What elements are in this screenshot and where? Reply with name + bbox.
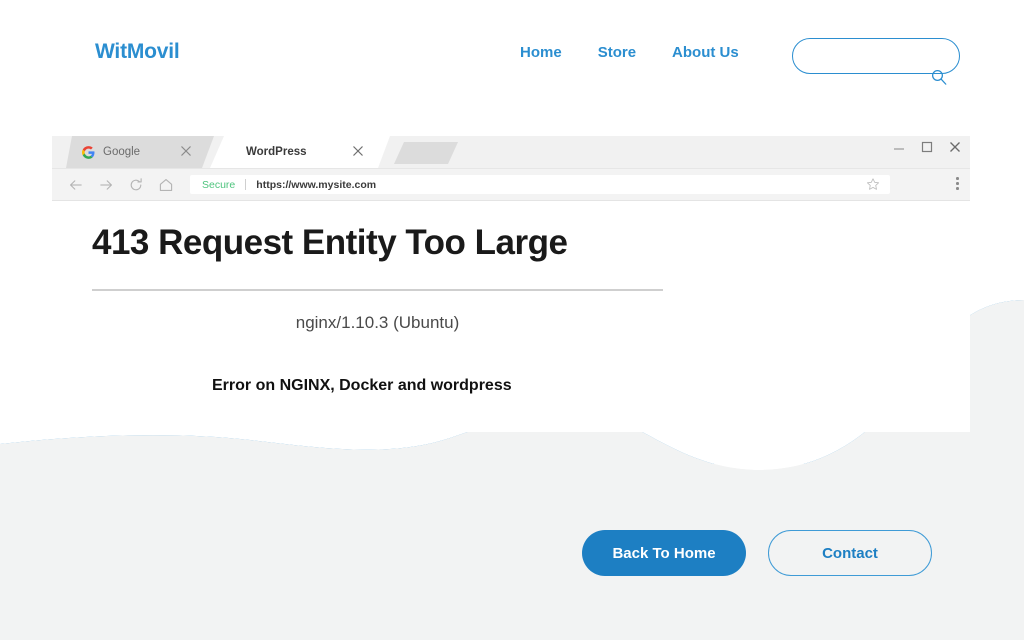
star-icon[interactable] bbox=[866, 177, 880, 191]
error-page-content: 413 Request Entity Too Large nginx/1.10.… bbox=[52, 201, 970, 432]
back-to-home-button[interactable]: Back To Home bbox=[582, 530, 746, 576]
error-divider bbox=[92, 289, 663, 291]
home-icon[interactable] bbox=[158, 177, 174, 193]
tab-close-icon[interactable] bbox=[352, 145, 364, 157]
browser-tab-title: Google bbox=[103, 146, 140, 158]
minimize-icon[interactable] bbox=[892, 140, 906, 154]
error-note-text: Error on NGINX, Docker and wordpress bbox=[212, 377, 930, 395]
forward-arrow-icon[interactable] bbox=[98, 177, 114, 193]
back-arrow-icon[interactable] bbox=[68, 177, 84, 193]
url-bar[interactable]: Secure https://www.mysite.com bbox=[190, 175, 890, 194]
contact-button[interactable]: Contact bbox=[768, 530, 932, 576]
browser-tab-wordpress[interactable]: WordPress bbox=[210, 136, 390, 168]
kebab-menu-icon[interactable] bbox=[956, 177, 960, 192]
browser-window-mockup: Google WordPress bbox=[52, 136, 970, 432]
nav-item-about-us[interactable]: About Us bbox=[672, 44, 739, 61]
error-server-signature: nginx/1.10.3 (Ubuntu) bbox=[92, 313, 663, 333]
main-navigation: Home Store About Us bbox=[520, 44, 739, 61]
url-text: https://www.mysite.com bbox=[256, 179, 376, 191]
url-separator bbox=[245, 179, 246, 190]
close-icon[interactable] bbox=[948, 140, 962, 154]
error-heading: 413 Request Entity Too Large bbox=[92, 201, 930, 263]
tab-close-icon[interactable] bbox=[180, 145, 192, 157]
browser-tab-title: WordPress bbox=[246, 146, 307, 158]
new-tab-button[interactable] bbox=[394, 142, 458, 164]
security-status-label: Secure bbox=[202, 179, 235, 191]
action-buttons: Back To Home Contact bbox=[582, 530, 932, 576]
reload-icon[interactable] bbox=[128, 177, 144, 193]
window-controls bbox=[892, 140, 962, 154]
maximize-icon[interactable] bbox=[920, 140, 934, 154]
browser-tab-google[interactable]: Google bbox=[66, 136, 214, 168]
nav-item-home[interactable]: Home bbox=[520, 44, 562, 61]
browser-tab-strip: Google WordPress bbox=[52, 136, 970, 169]
google-g-icon bbox=[82, 146, 95, 159]
page-root: WitMovil Home Store About Us bbox=[0, 0, 1024, 640]
search-box bbox=[792, 38, 960, 74]
nav-item-store[interactable]: Store bbox=[598, 44, 636, 61]
browser-address-bar: Secure https://www.mysite.com bbox=[52, 169, 970, 201]
site-logo[interactable]: WitMovil bbox=[95, 40, 180, 64]
site-header: WitMovil Home Store About Us bbox=[0, 0, 1024, 96]
search-icon[interactable] bbox=[930, 68, 948, 86]
